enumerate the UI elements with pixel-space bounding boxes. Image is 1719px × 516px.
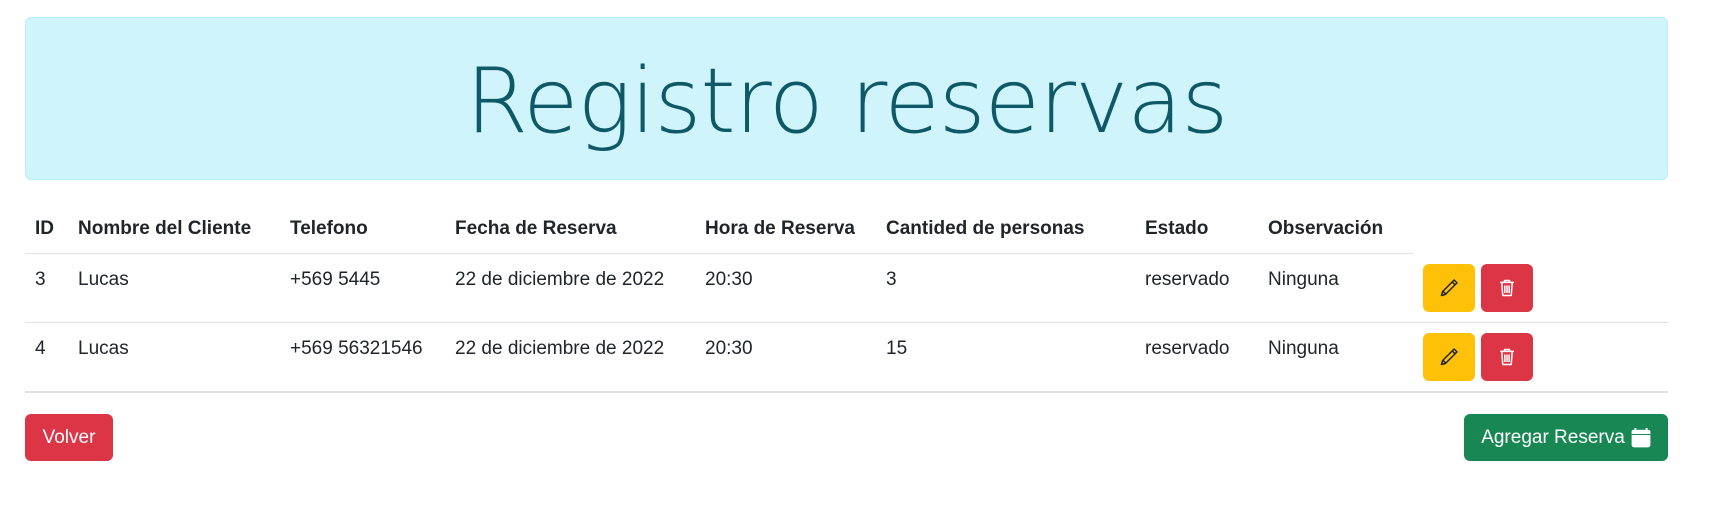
cell-observacion: Ninguna (1268, 338, 1339, 359)
pencil-icon (1440, 348, 1458, 366)
reservations-table-container: ID Nombre del Cliente Telefono Fecha de … (25, 205, 1668, 393)
cell-telefono: +569 5445 (290, 269, 381, 290)
cell-estado: reservado (1145, 269, 1230, 290)
table-header-row: ID Nombre del Cliente Telefono Fecha de … (25, 205, 1668, 254)
cell-estado: reservado (1145, 338, 1230, 359)
trash-icon (1500, 279, 1514, 296)
cell-observacion: Ninguna (1268, 269, 1339, 290)
page-header-banner: Registro reservas (25, 17, 1668, 180)
table-row: 4 Lucas +569 56321546 22 de diciembre de… (25, 322, 1668, 393)
edit-button[interactable] (1423, 333, 1475, 381)
cell-nombre: Lucas (78, 269, 129, 290)
cell-cantidad: 15 (886, 338, 908, 359)
cell-id: 4 (35, 338, 46, 359)
cell-telefono: +569 56321546 (290, 338, 423, 359)
column-header-estado: Estado (1135, 205, 1258, 254)
add-reservation-label: Agregar Reserva (1481, 426, 1625, 448)
back-button-label: Volver (42, 426, 96, 448)
table-row: 3 Lucas +569 5445 22 de diciembre de 202… (25, 253, 1668, 323)
page-title: Registro reservas (465, 49, 1229, 154)
column-header-id: ID (25, 205, 68, 254)
back-button[interactable]: Volver (25, 414, 113, 461)
cell-hora: 20:30 (705, 269, 753, 290)
reservations-table: ID Nombre del Cliente Telefono Fecha de … (25, 205, 1668, 393)
edit-button[interactable] (1423, 263, 1475, 312)
cell-fecha: 22 de diciembre de 2022 (455, 269, 665, 290)
delete-button[interactable] (1481, 333, 1533, 381)
column-header-cantidad: Cantided de personas (876, 205, 1135, 254)
pencil-icon (1440, 279, 1458, 296)
column-header-observacion: Observación (1258, 205, 1413, 254)
column-header-telefono: Telefono (280, 205, 445, 254)
column-header-actions (1413, 205, 1668, 254)
column-header-hora: Hora de Reserva (695, 205, 876, 254)
column-header-nombre: Nombre del Cliente (68, 205, 280, 254)
cell-cantidad: 3 (886, 269, 897, 290)
add-reservation-button[interactable]: Agregar Reserva (1464, 414, 1668, 461)
calendar-icon (1631, 427, 1651, 448)
column-header-fecha: Fecha de Reserva (445, 205, 695, 254)
cell-actions (1413, 253, 1668, 323)
cell-fecha: 22 de diciembre de 2022 (455, 338, 665, 359)
cell-actions (1413, 322, 1668, 393)
delete-button[interactable] (1481, 263, 1533, 312)
trash-icon (1500, 348, 1514, 366)
cell-hora: 20:30 (705, 338, 753, 359)
cell-id: 3 (35, 269, 46, 290)
cell-nombre: Lucas (78, 338, 129, 359)
